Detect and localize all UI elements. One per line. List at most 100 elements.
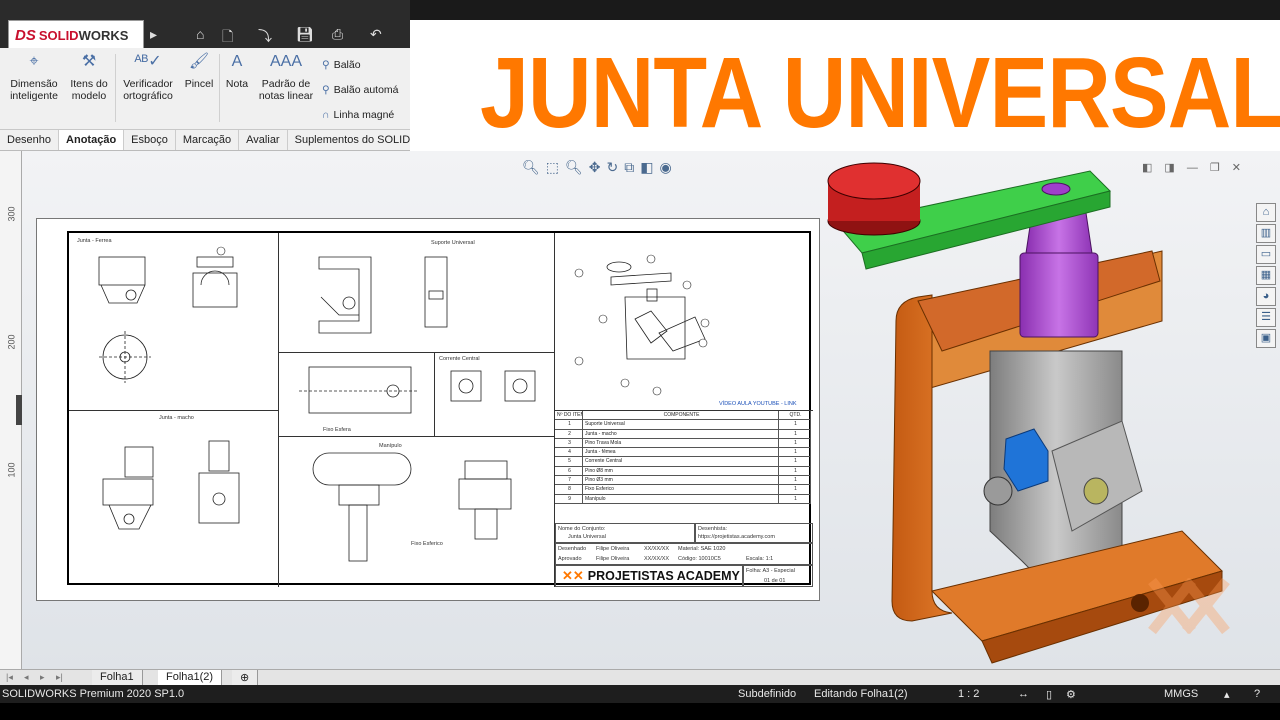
note-icon: A (231, 53, 243, 70)
sheet-tab-folha1-2[interactable]: Folha1(2) (158, 670, 223, 685)
save-icon[interactable]: 💾︎ (296, 26, 314, 43)
bom-row: 9 Manípulo 1 (555, 494, 811, 504)
universal-joint-3d-model[interactable] (822, 151, 1262, 669)
tab-marcacao[interactable]: Marcação (176, 130, 240, 150)
add-sheet-icon[interactable]: ⊕ (232, 670, 259, 685)
tab-desenho[interactable]: Desenho (0, 130, 60, 150)
view-fixo-esfera-drawing (299, 366, 419, 414)
title-banner: JUNTA UNIVERSAL (410, 20, 1280, 160)
bom-row: 2 Junta - macho 1 (555, 429, 811, 439)
view-fixo-esfera[interactable]: Fixo Esfera (279, 353, 435, 437)
tab-avaliar[interactable]: Avaliar (239, 130, 288, 150)
solidworks-logo[interactable]: DS SOLIDWORKS (8, 20, 144, 50)
command-manager-ribbon: ⌖ Dimensão inteligente ⚒ Itens do modelo… (0, 48, 410, 130)
scale-arrow-icon[interactable]: ↔ (1018, 688, 1029, 700)
balloon-button[interactable]: ⚲ Balão (322, 59, 361, 71)
view-junta-macho-drawing (102, 440, 240, 530)
smart-dimension-icon: ⌖ (29, 53, 39, 70)
tab-anotacao[interactable]: Anotação (59, 130, 125, 150)
bottom-strip (0, 703, 1280, 720)
home-icon[interactable]: ⌂ (196, 26, 204, 42)
next-sheet-icon[interactable]: ▸ (40, 672, 45, 683)
last-sheet-icon[interactable]: ▸| (56, 672, 63, 683)
auto-balloon-icon: ⚲ (322, 84, 330, 96)
spell-check-icon: ᴬᴮ✓ (134, 53, 162, 70)
format-painter-button[interactable]: 🖌︎ Pincel (182, 53, 216, 91)
open-file-icon[interactable]: ⤵ (258, 26, 272, 46)
command-tabs: Desenho Anotação Esboço Marcação Avaliar… (0, 130, 460, 151)
status-bar: SOLIDWORKS Premium 2020 SP1.0 Subdefinid… (0, 685, 1280, 703)
expand-menu-icon[interactable]: ▸ (150, 26, 157, 43)
view-suporte-universal[interactable]: Suporte Universal (279, 233, 555, 353)
unit-system[interactable]: MMGS (1164, 688, 1198, 700)
drawing-frame: Junta - Ferrea Junta - macho Suporte Uni… (67, 231, 813, 587)
undo-icon[interactable]: ↶ (370, 26, 382, 43)
display-style-icon[interactable]: ◧ (640, 159, 659, 175)
units-dropdown-icon[interactable]: ▴ (1224, 688, 1230, 701)
smart-dimension-button[interactable]: ⌖ Dimensão inteligente (6, 53, 62, 103)
editing-context: Editando Folha1(2) (814, 688, 908, 700)
view-orientation-icon[interactable]: ⧉ (624, 159, 640, 175)
graphics-area[interactable]: 300 200 100 🔍︎⬚🔍︎✥↻⧉◧◉ ◧◨—❐✕ Junta - Fer… (0, 151, 1280, 669)
exploded-view-drawing (574, 254, 710, 396)
bom-row: 5 Corrente Central 1 (555, 457, 811, 467)
view-suporte-universal-drawing (318, 256, 448, 334)
magnetic-line-icon: ∩ (322, 109, 330, 121)
spell-checker-button[interactable]: ᴬᴮ✓ Verificador ortográfico (118, 53, 178, 103)
print-icon[interactable]: ⎙ (332, 26, 343, 43)
model-items-icon: ⚒ (81, 53, 97, 70)
ribbon-divider (219, 54, 220, 122)
view-junta-macho[interactable]: Junta - macho (69, 411, 279, 587)
drawing-sheet[interactable]: Junta - Ferrea Junta - macho Suporte Uni… (36, 218, 820, 601)
balloon-icon: ⚲ (322, 59, 330, 71)
view-manipulo-drawing (312, 452, 512, 562)
tools-icon[interactable]: ⚙ (1066, 688, 1076, 701)
academy-mark-icon: ✕✕ (562, 568, 584, 583)
help-icon[interactable]: ? (1254, 688, 1260, 700)
zoom-in-out-icon[interactable]: 🔍︎ (565, 159, 589, 175)
ruler-handle[interactable] (16, 395, 22, 425)
view-junta-femea[interactable]: Junta - Ferrea (69, 233, 279, 411)
prev-sheet-icon[interactable]: ◂ (24, 672, 29, 683)
zoom-area-icon[interactable]: ⬚ (546, 159, 565, 175)
sheet-scale[interactable]: 1 : 2 (958, 688, 979, 700)
title-bar: DS SOLIDWORKS ▸ ⌂ 🗋 ⤵ 💾︎ ⎙ ↶ (0, 0, 410, 50)
model-items-button[interactable]: ⚒ Itens do modelo (66, 53, 112, 103)
bom-header: Nº DO ITEM COMPONENTE QTD. (555, 411, 811, 421)
view-corrente-central-drawing (450, 370, 536, 402)
format-painter-icon: 🖌︎ (188, 53, 210, 70)
bom-row: 8 Fixo Esferico 1 (555, 485, 811, 495)
first-sheet-icon[interactable]: |◂ (6, 672, 13, 683)
bom-row: 3 Pino Trava Mola 1 (555, 438, 811, 449)
task-pane-tabs: ⌂ ▥ ▭ ▦ ◕ ☰ ▣ (1256, 203, 1278, 350)
view-corrente-central[interactable]: Corrente Central (435, 353, 555, 437)
note-button[interactable]: A Nota (222, 53, 252, 91)
sheet-tab-folha1[interactable]: Folha1 (92, 670, 143, 685)
academy-logo: ✕✕ PROJETISTAS ACADEMY (555, 565, 743, 587)
forum-icon[interactable]: ▣ (1256, 329, 1276, 348)
view-manipulo[interactable]: Manípulo Fixo Esferico (279, 437, 555, 587)
bom-row: 6 Pino Ø8 mm 1 (555, 466, 811, 477)
appearances-icon[interactable]: ◕ (1256, 287, 1276, 306)
design-library-icon[interactable]: ▥ (1256, 224, 1276, 243)
magnetic-line-button[interactable]: ∩ Linha magné (322, 109, 394, 121)
rotate-icon[interactable]: ↻ (607, 159, 625, 175)
linear-note-pattern-icon: AAA (269, 53, 302, 70)
linear-note-pattern-button[interactable]: AAA Padrão de notas linear (256, 53, 316, 103)
vertical-ruler: 300 200 100 (0, 151, 22, 669)
new-file-icon[interactable]: 🗋 (222, 26, 233, 50)
tab-esboco[interactable]: Esboço (124, 130, 176, 150)
bill-of-materials[interactable]: Nº DO ITEM COMPONENTE QTD. 1 Suporte Univ… (555, 411, 811, 504)
auto-balloon-button[interactable]: ⚲ Balão automá (322, 84, 399, 96)
rebuild-icon[interactable]: ▯ (1046, 688, 1052, 701)
exploded-view[interactable]: VÍDEO AULA YOUTUBE - LINK (555, 233, 813, 411)
view-palette-icon[interactable]: ▦ (1256, 266, 1276, 285)
file-explorer-icon[interactable]: ▭ (1256, 245, 1276, 264)
custom-properties-icon[interactable]: ☰ (1256, 308, 1276, 327)
pan-icon[interactable]: ✥ (589, 159, 607, 175)
hide-show-icon[interactable]: ◉ (660, 159, 678, 175)
solidworks-resources-icon[interactable]: ⌂ (1256, 203, 1276, 222)
zoom-to-fit-icon[interactable]: 🔍︎ (522, 159, 546, 175)
bom-row: 4 Junta - fêmea 1 (555, 448, 811, 458)
product-version: SOLIDWORKS Premium 2020 SP1.0 (2, 688, 185, 700)
